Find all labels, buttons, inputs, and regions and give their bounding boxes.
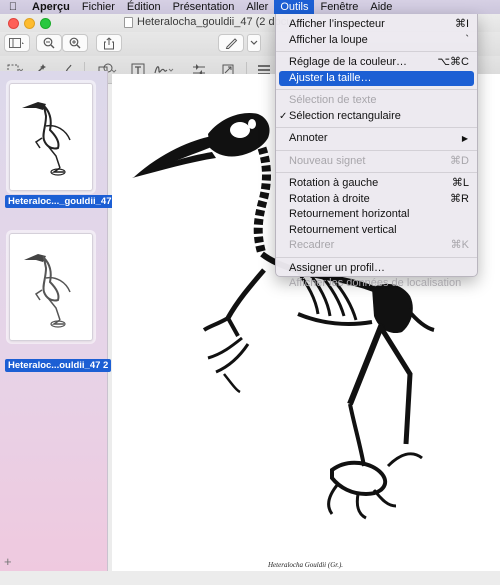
checkmark-icon: ✓ xyxy=(279,110,288,122)
outils-menu: Afficher l’inspecteur ⌘I Afficher la lou… xyxy=(275,14,478,289)
menu-item-shortcut: ⌘I xyxy=(454,18,469,30)
menu-item-label: Ajuster la taille… xyxy=(289,71,372,84)
menu-item-rotation-droite[interactable]: Rotation à droite ⌘R xyxy=(276,192,477,208)
menu-item-shortcut: ⌘K xyxy=(450,239,469,251)
thumbnail-sidebar: Heteraloc..._gouldii_47 Heteraloc...ould… xyxy=(0,71,115,571)
menu-edition[interactable]: Édition xyxy=(121,0,167,14)
menu-item-assigner-profil[interactable]: Assigner un profil… xyxy=(276,261,477,277)
menu-item-selection-texte: Sélection de texte xyxy=(276,93,477,109)
menu-app[interactable]: Aperçu xyxy=(26,0,76,14)
thumbnail-label-2[interactable]: Heteraloc...ouldii_47 2 xyxy=(5,359,112,372)
thumbnail-page-2[interactable] xyxy=(9,233,93,341)
document-icon xyxy=(124,16,133,28)
menu-item-reglage-couleur[interactable]: Réglage de la couleur… ⌥⌘C xyxy=(276,55,477,71)
menu-item-label: Retournement vertical xyxy=(289,223,397,236)
pen-icon xyxy=(225,38,237,49)
window-title: Heteralocha_gouldii_47 (2 docu xyxy=(124,16,292,28)
menu-separator xyxy=(276,256,477,258)
thumbnail-label-1[interactable]: Heteraloc..._gouldii_47 xyxy=(5,195,115,208)
markup-button[interactable] xyxy=(218,34,244,52)
menu-item-afficher-loupe[interactable]: Afficher la loupe ` xyxy=(276,33,477,49)
menu-item-ajuster-taille[interactable]: Ajuster la taille… xyxy=(279,70,474,86)
menu-item-label: Afficher les données de localisation xyxy=(289,277,462,289)
window-title-text: Heteralocha_gouldii_47 (2 docu xyxy=(137,16,293,28)
menu-item-donnees-localisation: Afficher les données de localisation xyxy=(276,276,477,292)
menu-aide[interactable]: Aide xyxy=(364,0,398,14)
menu-item-retournement-horizontal[interactable]: Retournement horizontal xyxy=(276,207,477,223)
sidebar-icon xyxy=(9,38,24,48)
menu-item-label: Rotation à gauche xyxy=(289,177,379,189)
menu-presentation[interactable]: Présentation xyxy=(167,0,241,14)
markup-options-button[interactable] xyxy=(247,34,261,52)
menu-fenetre[interactable]: Fenêtre xyxy=(314,0,364,14)
menu-item-label: Nouveau signet xyxy=(289,154,366,167)
menu-separator xyxy=(276,89,477,90)
zoom-in-button[interactable] xyxy=(62,34,88,52)
menu-item-label: Recadrer xyxy=(289,239,335,251)
close-window-button[interactable] xyxy=(8,18,19,29)
submenu-arrow-icon: ▶ xyxy=(461,134,468,143)
zoom-out-icon xyxy=(43,37,55,49)
bird-skeleton-thumbnail xyxy=(24,254,71,328)
menu-item-selection-rectangulaire[interactable]: ✓ Sélection rectangulaire xyxy=(276,109,477,125)
chevron-down-icon xyxy=(250,40,258,45)
zoom-window-button[interactable] xyxy=(40,18,51,29)
menu-item-label: Assigner un profil… xyxy=(289,261,385,274)
menu-item-recadrer: Recadrer ⌘K xyxy=(276,238,477,254)
menu-item-shortcut: ⌘L xyxy=(451,177,469,189)
menu-outils[interactable]: Outils xyxy=(274,0,315,14)
menu-separator xyxy=(276,149,477,151)
menu-item-label: Sélection de texte xyxy=(289,94,377,106)
menu-item-label: Retournement horizontal xyxy=(289,208,410,220)
menu-item-retournement-vertical[interactable]: Retournement vertical xyxy=(276,223,477,239)
menu-item-afficher-inspecteur[interactable]: Afficher l’inspecteur ⌘I xyxy=(276,17,477,33)
menu-item-shortcut: ` xyxy=(465,33,469,46)
minimize-window-button[interactable] xyxy=(24,18,35,29)
menu-bar:  Aperçu Fichier Édition Présentation Al… xyxy=(0,0,500,14)
menu-separator xyxy=(276,127,477,128)
menu-item-label: Afficher la loupe xyxy=(289,33,368,46)
menu-item-label: Réglage de la couleur… xyxy=(289,56,408,68)
share-icon xyxy=(104,36,114,49)
apple-icon[interactable]:  xyxy=(0,1,26,13)
zoom-out-button[interactable] xyxy=(36,34,62,52)
menu-separator xyxy=(276,51,477,52)
menu-aller[interactable]: Aller xyxy=(240,0,274,14)
plus-icon[interactable]: + xyxy=(4,554,12,569)
menu-item-shortcut: ⌘R xyxy=(450,192,469,205)
zoom-in-icon xyxy=(69,37,81,49)
sidebar-toggle-button[interactable] xyxy=(4,34,30,52)
menu-separator xyxy=(276,172,477,173)
menu-item-label: Afficher l’inspecteur xyxy=(289,18,385,30)
menu-item-nouveau-signet: Nouveau signet ⌘D xyxy=(276,154,477,170)
share-button[interactable] xyxy=(96,34,122,52)
thumbnail-page-1[interactable] xyxy=(9,83,93,191)
figure-caption: Heteralocha Gouldii (Gr.). xyxy=(268,561,344,569)
menu-item-shortcut: ⌘D xyxy=(450,154,469,167)
menu-fichier[interactable]: Fichier xyxy=(76,0,121,14)
menu-item-annoter[interactable]: Annoter ▶ xyxy=(276,131,477,147)
menu-item-rotation-gauche[interactable]: Rotation à gauche ⌘L xyxy=(276,176,477,192)
menu-item-label: Sélection rectangulaire xyxy=(289,109,401,122)
bird-skeleton-thumbnail xyxy=(22,102,71,176)
menu-item-shortcut: ⌥⌘C xyxy=(437,56,469,68)
menu-item-label: Annoter xyxy=(289,132,328,144)
menu-item-label: Rotation à droite xyxy=(289,192,370,205)
